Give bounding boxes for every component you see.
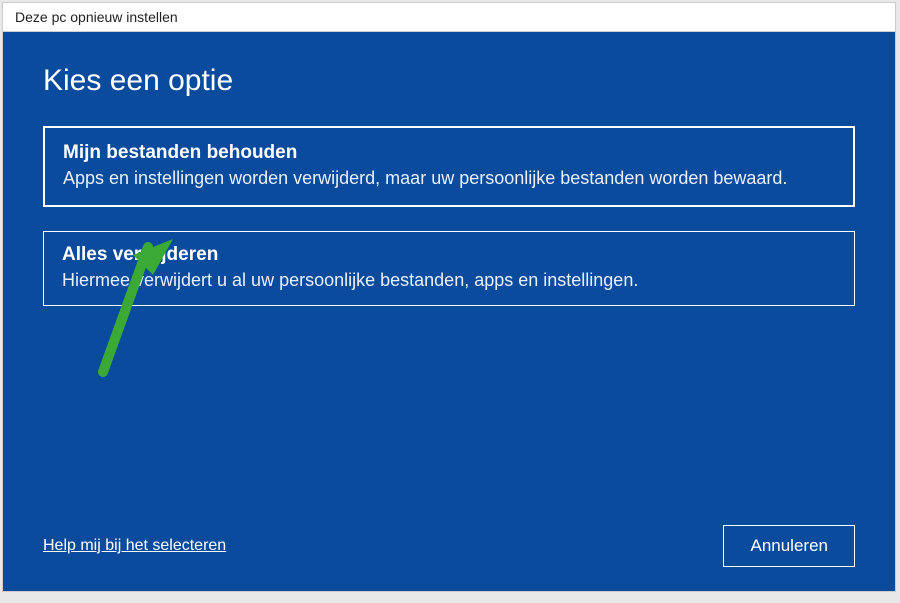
reset-pc-dialog: Deze pc opnieuw instellen Kies een optie…	[2, 2, 896, 592]
cancel-button[interactable]: Annuleren	[723, 525, 855, 567]
option-keep-files-title: Mijn bestanden behouden	[63, 142, 835, 164]
page-heading: Kies een optie	[43, 64, 855, 98]
window-title: Deze pc opnieuw instellen	[15, 9, 178, 25]
dialog-content: Kies een optie Mijn bestanden behouden A…	[3, 32, 895, 591]
dialog-footer: Help mij bij het selecteren Annuleren	[43, 505, 855, 567]
option-remove-everything-description: Hiermee verwijdert u al uw persoonlijke …	[62, 268, 836, 293]
option-keep-files[interactable]: Mijn bestanden behouden Apps en instelli…	[43, 126, 855, 207]
option-remove-everything[interactable]: Alles verwijderen Hiermee verwijdert u a…	[43, 231, 855, 306]
help-link[interactable]: Help mij bij het selecteren	[43, 537, 226, 555]
window-titlebar: Deze pc opnieuw instellen	[3, 3, 895, 32]
option-remove-everything-title: Alles verwijderen	[62, 244, 836, 266]
option-keep-files-description: Apps en instellingen worden verwijderd, …	[63, 166, 835, 191]
